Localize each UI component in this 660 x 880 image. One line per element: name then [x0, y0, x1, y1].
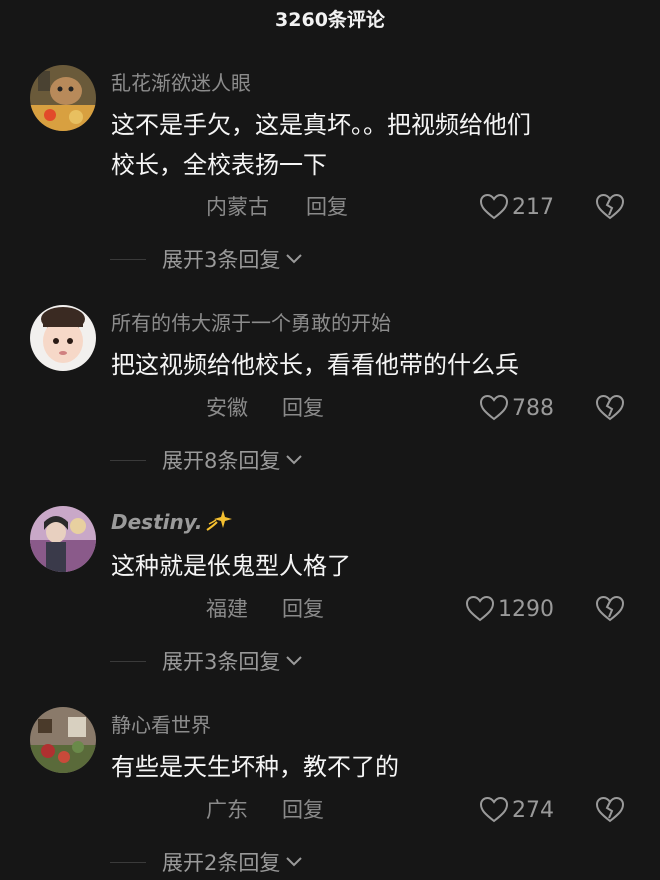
- expand-replies[interactable]: 展开3条回复: [110, 643, 303, 679]
- comment-text: 这种就是伥鬼型人格了: [111, 552, 351, 580]
- expand-replies[interactable]: 展开2条回复: [110, 844, 303, 880]
- like-button[interactable]: 788: [479, 390, 554, 426]
- heart-icon: [479, 394, 509, 421]
- expand-replies-label: 展开3条回复: [162, 650, 281, 674]
- comment-text: 有些是天生坏种，教不了的: [111, 753, 399, 781]
- avatar[interactable]: [30, 506, 96, 572]
- divider: [110, 258, 146, 260]
- expand-replies-label: 展开8条回复: [162, 449, 281, 473]
- location-label: 广东: [206, 798, 248, 822]
- heart-icon: [465, 595, 495, 622]
- reply-button[interactable]: 回复: [282, 792, 324, 828]
- chevron-down-icon: [286, 857, 303, 867]
- heart-icon: [479, 193, 509, 220]
- comment-meta: 内蒙古 回复 217: [0, 189, 660, 225]
- like-button[interactable]: 1290: [465, 591, 554, 627]
- comments-header: 3260条评论: [0, 0, 660, 40]
- chevron-down-icon: [286, 455, 303, 465]
- broken-heart-icon[interactable]: [595, 394, 625, 422]
- location-label: 福建: [206, 597, 248, 621]
- comment-text: 这不是手欠，这是真坏。。把视频给他们 校长，全校表扬一下: [111, 111, 531, 179]
- comment-meta: 广东 回复 274: [0, 792, 660, 828]
- expand-replies-label: 展开3条回复: [162, 248, 281, 272]
- avatar[interactable]: [30, 65, 96, 131]
- reply-button[interactable]: 回复: [282, 390, 324, 426]
- like-count: 217: [512, 194, 554, 220]
- expand-replies[interactable]: 展开3条回复: [110, 241, 303, 277]
- broken-heart-icon[interactable]: [595, 595, 625, 623]
- reply-button[interactable]: 回复: [306, 189, 348, 225]
- chevron-down-icon: [286, 254, 303, 264]
- comment-meta: 福建 回复 1290: [0, 591, 660, 627]
- avatar[interactable]: [30, 305, 96, 371]
- avatar[interactable]: [30, 707, 96, 773]
- like-count: 1290: [498, 596, 554, 622]
- comment-meta: 安徽 回复 788: [0, 390, 660, 426]
- location-label: 内蒙古: [206, 195, 269, 219]
- username[interactable]: 所有的伟大源于一个勇敢的开始: [111, 307, 391, 336]
- divider: [110, 459, 146, 461]
- like-count: 788: [512, 395, 554, 421]
- chevron-down-icon: [286, 656, 303, 666]
- username[interactable]: Destiny.: [111, 508, 233, 534]
- username[interactable]: 静心看世界: [111, 709, 211, 738]
- expand-replies[interactable]: 展开8条回复: [110, 442, 303, 478]
- divider: [110, 660, 146, 662]
- divider: [110, 861, 146, 863]
- heart-icon: [479, 796, 509, 823]
- sparkle-icon: [205, 510, 232, 531]
- broken-heart-icon[interactable]: [595, 796, 625, 824]
- reply-button[interactable]: 回复: [282, 591, 324, 627]
- username[interactable]: 乱花渐欲迷人眼: [111, 67, 251, 96]
- location-label: 安徽: [206, 396, 248, 420]
- like-button[interactable]: 217: [479, 189, 554, 225]
- like-button[interactable]: 274: [479, 792, 554, 828]
- expand-replies-label: 展开2条回复: [162, 851, 281, 875]
- like-count: 274: [512, 797, 554, 823]
- comment-text: 把这视频给他校长，看看他带的什么兵: [111, 351, 519, 379]
- broken-heart-icon[interactable]: [595, 193, 625, 221]
- comment-count-title: 3260条评论: [275, 9, 385, 31]
